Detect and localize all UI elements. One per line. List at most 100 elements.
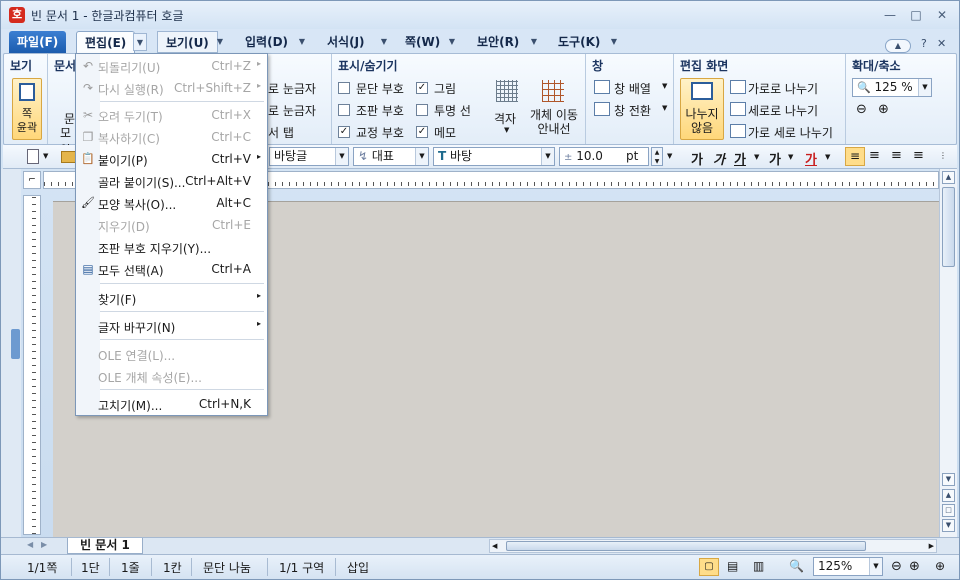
input-dropdown-arrow-icon[interactable]: ▼ [295,33,309,51]
font-dropdown-icon[interactable]: ▼ [541,148,554,165]
menu-item-copy[interactable]: ❐ 복사하기(C) Ctrl+C [76,126,267,148]
menu-item-select-all[interactable]: ▤ 모두 선택(A) Ctrl+A [76,258,267,280]
horizontal-scrollbar[interactable]: ◀ ▶ [489,539,937,553]
font-color-button[interactable]: 가 [805,149,817,168]
status-insert-mode[interactable]: 삽입 [347,559,369,576]
doc-close-icon[interactable]: ✕ [937,37,946,50]
zoom-in-icon[interactable]: ⊕ [878,102,889,117]
document-tab[interactable]: 빈 문서 1 [67,538,143,554]
size-spinner[interactable]: ▲ ▼ [651,147,663,166]
split-both-button[interactable]: 가로 세로 나누기 [748,124,833,141]
lang-combo[interactable]: ↯ 대표 ▼ [353,147,429,166]
new-doc-arrow-icon[interactable]: ▼ [43,152,48,160]
status-zoom-dropdown-icon[interactable]: ▼ [869,558,882,575]
switch-arrow-icon[interactable]: ▼ [662,104,667,112]
tab-tools[interactable]: 도구(K) [550,31,608,53]
menu-item-format-painter[interactable]: 🖌 모양 복사(O)... Alt+C [76,192,267,214]
menu-item-paste-special[interactable]: 골라 붙이기(S)... Ctrl+Alt+V [76,170,267,192]
scroll-up-icon[interactable]: ▲ [942,171,955,184]
help-icon[interactable]: ? [921,37,927,50]
draft-view-icon[interactable]: ▤ [727,559,738,573]
status-zoom-combo[interactable]: 125% ▼ [813,557,883,576]
menu-item-cut[interactable]: ✂ 오려 두기(T) Ctrl+X [76,104,267,126]
window-switch-button[interactable]: 창 전환 [614,102,651,119]
menu-item-paste[interactable]: 📋 붙이기(P) Ctrl+V ▸ [76,148,267,170]
status-zoom-icon[interactable]: 🔍 [789,559,804,573]
tab-stop-toggle[interactable]: 서 탭 [268,124,294,141]
page-dropdown-arrow-icon[interactable]: ▼ [445,33,459,51]
zoom-dropdown-icon[interactable]: ▼ [918,79,931,96]
tab-format[interactable]: 서식(J) [319,31,373,53]
split-vertical-button[interactable]: 세로로 나누기 [748,102,818,119]
zoom-combo[interactable]: 🔍 125 % ▼ [852,78,932,97]
align-right-icon[interactable]: ≡ [913,148,924,163]
size-combo[interactable]: ± 10.0 pt [559,147,649,166]
picture-checkbox[interactable]: ✓ [416,82,428,94]
status-page[interactable]: 1/1쪽 [27,559,57,576]
edit-dropdown-arrow-icon[interactable]: ▼ [133,33,147,51]
style-combo[interactable]: 바탕글 ▼ [269,147,349,166]
v-ruler-toggle[interactable]: 로 눈금자 [268,102,316,119]
align-center-icon[interactable]: ≡ [891,148,902,163]
font-color-arrow-icon[interactable]: ▼ [825,153,830,161]
menu-item-clear-control-marks[interactable]: 조판 부호 지우기(Y)... [76,236,267,258]
memo-checkbox[interactable]: ✓ [416,126,428,138]
close-button[interactable]: ✕ [933,7,951,23]
tab-input[interactable]: 입력(D) [237,31,296,53]
toolbar-overflow-icon[interactable]: ⋮ [939,151,947,160]
status-zoom-in-icon[interactable]: ⊕ [909,559,920,574]
menu-item-redo[interactable]: ↷ 다시 실행(R) Ctrl+Shift+Z ▸ [76,77,267,99]
page-icon[interactable]: □ [942,504,955,517]
tab-nav-prev-icon[interactable]: ◀ [27,540,33,549]
window-arrange-button[interactable]: 창 배열 [614,80,651,97]
proof-mark-checkbox[interactable]: ✓ [338,126,350,138]
menu-item-ole-properties[interactable]: OLE 개체 속성(E)... [76,365,267,387]
web-view-icon[interactable]: ▥ [753,559,764,573]
underline-arrow-icon[interactable]: ▼ [754,153,759,161]
status-zoom-out-icon[interactable]: ⊖ [891,559,902,574]
bold-button[interactable]: 가 [691,149,703,168]
tab-nav-next-icon[interactable]: ▶ [41,540,47,549]
style-dropdown-icon[interactable]: ▼ [335,148,348,165]
vertical-scrollbar[interactable]: ▲ ▼ ▲ □ ▼ [939,169,957,537]
tab-file[interactable]: 파일(F) [9,31,67,53]
italic-button[interactable]: 가 [713,149,725,168]
scroll-thumb[interactable] [942,187,955,267]
page-outline-button[interactable]: 쪽 윤곽 [12,78,42,140]
size-dropdown-icon[interactable]: ▼ [667,152,672,160]
hscroll-right-icon[interactable]: ▶ [929,540,934,552]
strike-button[interactable]: 가 [769,149,781,168]
tab-security[interactable]: 보안(R) [469,31,527,53]
lang-dropdown-icon[interactable]: ▼ [415,148,428,165]
menu-item-ole-link[interactable]: OLE 연결(L)... [76,343,267,365]
menu-item-replace[interactable]: 글자 바꾸기(N) ▸ [76,315,267,337]
scroll-down-icon[interactable]: ▼ [942,473,955,486]
restore-button[interactable]: □ [907,7,925,23]
hscroll-left-icon[interactable]: ◀ [492,540,497,552]
tab-view[interactable]: 보기(U) [157,31,218,53]
security-dropdown-arrow-icon[interactable]: ▼ [527,33,541,51]
tools-dropdown-arrow-icon[interactable]: ▼ [607,33,621,51]
new-doc-icon[interactable] [27,149,39,164]
underline-button[interactable]: 가 [734,149,746,168]
menu-item-edit-object[interactable]: 고치기(M)... Ctrl+N,K [76,393,267,415]
align-justify-icon[interactable]: ≡ [845,147,865,166]
no-split-button[interactable]: 나누지 않음 [680,78,724,140]
zoom-out-icon[interactable]: ⊖ [856,102,867,117]
tab-edit[interactable]: 편집(E) [76,31,136,53]
ribbon-collapse-icon[interactable]: ▲ [885,39,911,53]
menu-item-delete[interactable]: 지우기(D) Ctrl+E [76,214,267,236]
arrange-arrow-icon[interactable]: ▼ [662,82,667,90]
control-mark-checkbox[interactable] [338,104,350,116]
align-left-icon[interactable]: ≡ [869,148,880,163]
h-ruler-toggle[interactable]: 로 눈금자 [268,80,316,97]
transparent-line-checkbox[interactable] [416,104,428,116]
panel-expand-handle[interactable] [11,329,20,359]
menu-item-undo[interactable]: ↶ 되돌리기(U) Ctrl+Z ▸ [76,55,267,77]
page-view-icon[interactable]: ▢ [699,558,719,576]
para-mark-checkbox[interactable] [338,82,350,94]
split-horizontal-button[interactable]: 가로로 나누기 [748,80,818,97]
next-page-icon[interactable]: ▼ [942,519,955,532]
format-dropdown-arrow-icon[interactable]: ▼ [377,33,391,51]
minimize-button[interactable]: — [881,7,899,23]
